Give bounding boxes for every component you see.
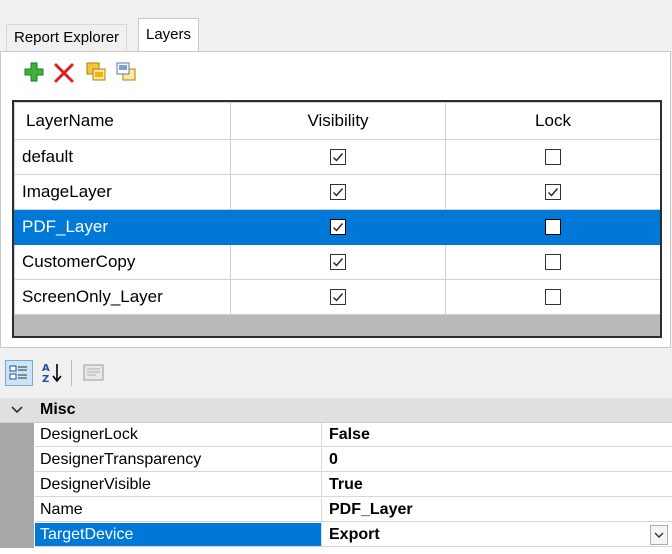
- lock-checkbox[interactable]: [545, 253, 561, 270]
- layer-name-cell[interactable]: ScreenOnly_Layer: [14, 279, 231, 315]
- column-header-lock[interactable]: Lock: [445, 102, 660, 140]
- visibility-checkbox[interactable]: [330, 253, 346, 270]
- property-gutter: [0, 473, 34, 498]
- property-row[interactable]: Name PDF_Layer: [0, 498, 672, 523]
- property-name[interactable]: DesignerVisible: [35, 473, 322, 497]
- visibility-cell: [230, 279, 446, 315]
- layer-name-cell[interactable]: ImageLayer: [14, 174, 231, 210]
- dropdown-button[interactable]: [650, 525, 668, 545]
- lock-checkbox[interactable]: [545, 288, 561, 305]
- property-gutter: [0, 448, 34, 473]
- send-to-back-icon[interactable]: [114, 60, 138, 84]
- lock-cell: [445, 244, 660, 280]
- visibility-cell: [230, 209, 446, 245]
- property-gutter: [0, 498, 34, 523]
- property-value[interactable]: Export: [322, 523, 672, 547]
- layer-row[interactable]: ImageLayer: [14, 174, 660, 210]
- tab-report-explorer[interactable]: Report Explorer: [6, 24, 128, 51]
- add-icon[interactable]: [22, 60, 46, 84]
- property-name[interactable]: DesignerLock: [35, 423, 322, 447]
- lock-cell: [445, 209, 660, 245]
- layer-row[interactable]: ScreenOnly_Layer: [14, 279, 660, 315]
- lock-checkbox[interactable]: [545, 218, 561, 235]
- property-name[interactable]: Name: [35, 498, 322, 522]
- tab-layers[interactable]: Layers: [138, 18, 200, 52]
- visibility-checkbox[interactable]: [330, 288, 346, 305]
- lock-checkbox[interactable]: [545, 148, 561, 165]
- property-value[interactable]: False: [322, 423, 672, 447]
- toolbar-separator: [71, 360, 72, 386]
- property-row[interactable]: DesignerVisible True: [0, 473, 672, 498]
- alphabetical-sort-icon[interactable]: AZ: [39, 360, 67, 386]
- property-pages-icon[interactable]: [81, 362, 107, 384]
- property-row[interactable]: TargetDevice Export: [0, 523, 672, 548]
- lock-checkbox[interactable]: [545, 183, 561, 200]
- column-header-visibility[interactable]: Visibility: [230, 102, 446, 140]
- property-gutter: [0, 423, 34, 448]
- grid-header-row: LayerName Visibility Lock: [14, 102, 660, 140]
- property-name[interactable]: TargetDevice: [35, 523, 322, 547]
- chevron-down-icon[interactable]: [10, 400, 24, 423]
- layer-row[interactable]: PDF_Layer: [14, 209, 660, 245]
- property-value[interactable]: PDF_Layer: [322, 498, 672, 522]
- property-value[interactable]: 0: [322, 448, 672, 472]
- category-label: Misc: [40, 401, 76, 418]
- lock-cell: [445, 139, 660, 175]
- visibility-cell: [230, 244, 446, 280]
- visibility-cell: [230, 139, 446, 175]
- layer-name-cell[interactable]: PDF_Layer: [14, 209, 231, 245]
- tab-strip: Report Explorer Layers: [0, 0, 672, 52]
- category-row[interactable]: Misc: [0, 398, 672, 423]
- visibility-checkbox[interactable]: [330, 218, 346, 235]
- lock-cell: [445, 174, 660, 210]
- property-grid: Misc DesignerLock False DesignerTransparen…: [0, 398, 672, 554]
- property-row[interactable]: DesignerTransparency 0: [0, 448, 672, 473]
- svg-text:A: A: [42, 363, 50, 374]
- layer-row[interactable]: default: [14, 139, 660, 175]
- property-name[interactable]: DesignerTransparency: [35, 448, 322, 472]
- layers-grid: LayerName Visibility Lock default ImageLa…: [12, 100, 662, 338]
- lock-cell: [445, 279, 660, 315]
- layer-row[interactable]: CustomerCopy: [14, 244, 660, 280]
- property-row[interactable]: DesignerLock False: [0, 423, 672, 448]
- visibility-checkbox[interactable]: [330, 183, 346, 200]
- layer-name-cell[interactable]: CustomerCopy: [14, 244, 231, 280]
- visibility-checkbox[interactable]: [330, 148, 346, 165]
- categorized-icon[interactable]: [5, 360, 33, 386]
- delete-icon[interactable]: [52, 60, 76, 84]
- visibility-cell: [230, 174, 446, 210]
- svg-text:Z: Z: [42, 374, 49, 385]
- property-gutter: [0, 523, 34, 548]
- layer-name-cell[interactable]: default: [14, 139, 231, 175]
- chevron-down-icon: [654, 532, 664, 538]
- column-header-layername[interactable]: LayerName: [14, 102, 231, 140]
- property-value[interactable]: True: [322, 473, 672, 497]
- bring-to-front-icon[interactable]: [84, 60, 108, 84]
